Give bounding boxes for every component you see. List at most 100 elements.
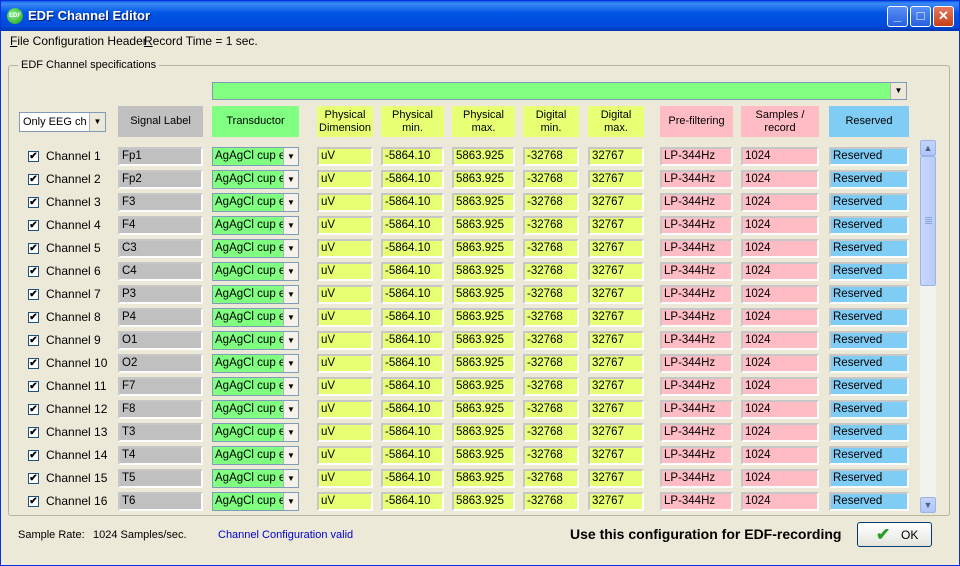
samples-per-record-field[interactable]: 1024: [741, 170, 819, 189]
physical-dimension-field[interactable]: uV: [317, 216, 373, 235]
digital-max-field[interactable]: 32767: [588, 469, 644, 488]
channel-name[interactable]: Channel 4: [46, 218, 101, 232]
physical-min-field[interactable]: -5864.10: [381, 331, 444, 350]
reserved-field[interactable]: Reserved: [829, 285, 909, 304]
channel-name[interactable]: Channel 2: [46, 172, 101, 186]
chevron-down-icon[interactable]: ▼: [283, 493, 298, 510]
channel-enable-checkbox[interactable]: ✔: [28, 312, 39, 323]
transductor-select[interactable]: AgAgCl cup e ▼: [212, 285, 299, 304]
physical-dimension-field[interactable]: uV: [317, 193, 373, 212]
title-bar[interactable]: EDF EDF Channel Editor _ □ ✕: [1, 1, 959, 31]
digital-max-field[interactable]: 32767: [588, 193, 644, 212]
physical-dimension-field[interactable]: uV: [317, 469, 373, 488]
signal-label-field[interactable]: T6: [118, 492, 203, 511]
chevron-down-icon[interactable]: ▼: [283, 378, 298, 395]
chevron-down-icon[interactable]: ▼: [283, 171, 298, 188]
signal-label-field[interactable]: T4: [118, 446, 203, 465]
chevron-down-icon[interactable]: ▼: [283, 447, 298, 464]
samples-per-record-field[interactable]: 1024: [741, 331, 819, 350]
signal-label-field[interactable]: P4: [118, 308, 203, 327]
physical-max-field[interactable]: 5863.925: [452, 354, 515, 373]
physical-max-field[interactable]: 5863.925: [452, 446, 515, 465]
signal-label-field[interactable]: Fp2: [118, 170, 203, 189]
transductor-select[interactable]: AgAgCl cup e ▼: [212, 469, 299, 488]
pre-filtering-field[interactable]: LP-344Hz: [660, 170, 733, 189]
reserved-field[interactable]: Reserved: [829, 308, 909, 327]
channel-name[interactable]: Channel 12: [46, 402, 107, 416]
scroll-thumb[interactable]: [920, 156, 936, 286]
transductor-select[interactable]: AgAgCl cup e ▼: [212, 400, 299, 419]
reserved-field[interactable]: Reserved: [829, 331, 909, 350]
maximize-button[interactable]: □: [910, 6, 931, 27]
physical-max-field[interactable]: 5863.925: [452, 423, 515, 442]
physical-min-field[interactable]: -5864.10: [381, 285, 444, 304]
chevron-down-icon[interactable]: ▼: [283, 424, 298, 441]
digital-min-field[interactable]: -32768: [523, 492, 579, 511]
digital-min-field[interactable]: -32768: [523, 170, 579, 189]
chevron-down-icon[interactable]: ▼: [283, 355, 298, 372]
pre-filtering-field[interactable]: LP-344Hz: [660, 308, 733, 327]
reserved-field[interactable]: Reserved: [829, 492, 909, 511]
digital-max-field[interactable]: 32767: [588, 423, 644, 442]
digital-min-field[interactable]: -32768: [523, 216, 579, 235]
signal-label-field[interactable]: F7: [118, 377, 203, 396]
digital-min-field[interactable]: -32768: [523, 193, 579, 212]
physical-min-field[interactable]: -5864.10: [381, 308, 444, 327]
samples-per-record-field[interactable]: 1024: [741, 147, 819, 166]
physical-dimension-field[interactable]: uV: [317, 262, 373, 281]
transductor-select[interactable]: AgAgCl cup e ▼: [212, 354, 299, 373]
ok-button[interactable]: ✔ OK: [857, 522, 932, 547]
transductor-select[interactable]: AgAgCl cup e ▼: [212, 262, 299, 281]
physical-max-field[interactable]: 5863.925: [452, 308, 515, 327]
digital-max-field[interactable]: 32767: [588, 262, 644, 281]
digital-min-field[interactable]: -32768: [523, 331, 579, 350]
channel-name[interactable]: Channel 10: [46, 356, 107, 370]
channel-name[interactable]: Channel 9: [46, 333, 101, 347]
digital-max-field[interactable]: 32767: [588, 239, 644, 258]
channel-name[interactable]: Channel 16: [46, 494, 107, 508]
channel-enable-checkbox[interactable]: ✔: [28, 450, 39, 461]
menu-record-time[interactable]: Record Time = 1 sec.: [144, 34, 258, 48]
signal-label-field[interactable]: C3: [118, 239, 203, 258]
samples-per-record-field[interactable]: 1024: [741, 262, 819, 281]
physical-dimension-field[interactable]: uV: [317, 446, 373, 465]
physical-max-field[interactable]: 5863.925: [452, 377, 515, 396]
reserved-field[interactable]: Reserved: [829, 239, 909, 258]
digital-max-field[interactable]: 32767: [588, 308, 644, 327]
signal-label-field[interactable]: C4: [118, 262, 203, 281]
menu-file-configuration-header[interactable]: File Configuration Header: [10, 34, 147, 48]
physical-max-field[interactable]: 5863.925: [452, 239, 515, 258]
digital-max-field[interactable]: 32767: [588, 285, 644, 304]
channel-enable-checkbox[interactable]: ✔: [28, 358, 39, 369]
physical-dimension-field[interactable]: uV: [317, 354, 373, 373]
digital-min-field[interactable]: -32768: [523, 262, 579, 281]
pre-filtering-field[interactable]: LP-344Hz: [660, 193, 733, 212]
channel-enable-checkbox[interactable]: ✔: [28, 197, 39, 208]
chevron-down-icon[interactable]: ▼: [283, 194, 298, 211]
chevron-down-icon[interactable]: ▼: [283, 470, 298, 487]
digital-min-field[interactable]: -32768: [523, 354, 579, 373]
chevron-down-icon[interactable]: ▼: [283, 309, 298, 326]
channel-name[interactable]: Channel 6: [46, 264, 101, 278]
signal-label-field[interactable]: O2: [118, 354, 203, 373]
digital-min-field[interactable]: -32768: [523, 239, 579, 258]
physical-min-field[interactable]: -5864.10: [381, 469, 444, 488]
signal-label-field[interactable]: P3: [118, 285, 203, 304]
channel-filter-select[interactable]: Only EEG ch ▼: [19, 112, 106, 132]
physical-min-field[interactable]: -5864.10: [381, 423, 444, 442]
physical-max-field[interactable]: 5863.925: [452, 331, 515, 350]
channel-name[interactable]: Channel 15: [46, 471, 107, 485]
chevron-down-icon[interactable]: ▼: [283, 401, 298, 418]
pre-filtering-field[interactable]: LP-344Hz: [660, 400, 733, 419]
channel-name[interactable]: Channel 8: [46, 310, 101, 324]
scroll-up-button[interactable]: ▲: [920, 140, 936, 156]
transductor-select[interactable]: AgAgCl cup e ▼: [212, 147, 299, 166]
channel-name[interactable]: Channel 1: [46, 149, 101, 163]
channel-enable-checkbox[interactable]: ✔: [28, 335, 39, 346]
channel-enable-checkbox[interactable]: ✔: [28, 473, 39, 484]
pre-filtering-field[interactable]: LP-344Hz: [660, 354, 733, 373]
digital-min-field[interactable]: -32768: [523, 147, 579, 166]
physical-max-field[interactable]: 5863.925: [452, 285, 515, 304]
physical-max-field[interactable]: 5863.925: [452, 147, 515, 166]
physical-min-field[interactable]: -5864.10: [381, 239, 444, 258]
